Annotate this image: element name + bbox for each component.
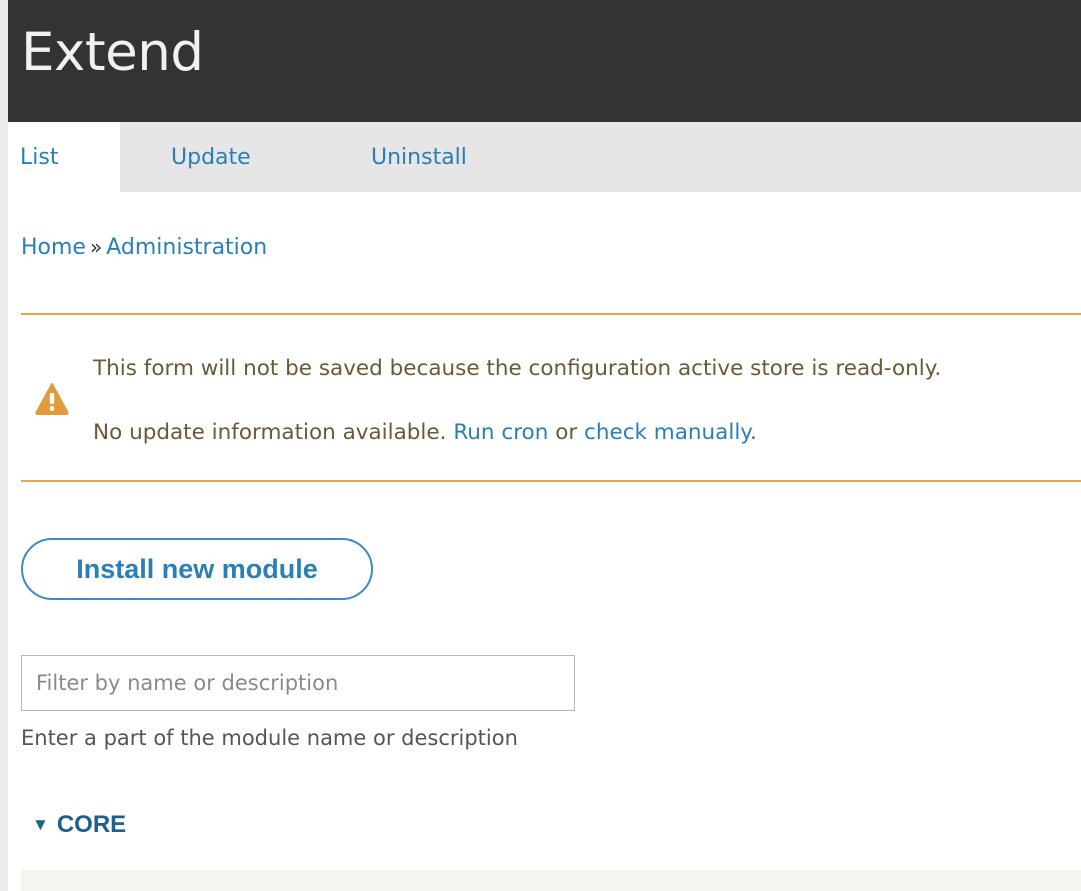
breadcrumb: Home» Administration bbox=[21, 230, 267, 265]
module-filter-input[interactable] bbox=[21, 655, 575, 711]
primary-tabs: List Update Uninstall bbox=[8, 122, 1081, 192]
warning-messages: This form will not be saved because the … bbox=[21, 313, 1081, 482]
breadcrumb-administration-link[interactable]: Administration bbox=[106, 235, 267, 260]
warning-icon bbox=[35, 383, 69, 415]
install-new-module-button[interactable]: Install new module bbox=[21, 538, 373, 600]
package-core-toggle[interactable]: ▼ CORE bbox=[32, 808, 126, 844]
tab-list[interactable]: List bbox=[8, 122, 120, 192]
left-frame-edge bbox=[0, 0, 8, 891]
update-info-message: No update information available. Run cro… bbox=[93, 417, 757, 449]
update-info-text: No update information available. bbox=[93, 420, 447, 445]
expanded-triangle-icon: ▼ bbox=[32, 815, 49, 834]
run-cron-link[interactable]: Run cron bbox=[453, 420, 548, 445]
update-info-or: or bbox=[555, 420, 578, 445]
update-info-period: . bbox=[749, 420, 757, 445]
breadcrumb-home-link[interactable]: Home bbox=[21, 235, 86, 260]
breadcrumb-separator: » bbox=[89, 235, 103, 259]
filter-description: Enter a part of the module name or descr… bbox=[21, 726, 518, 750]
package-core-label: CORE bbox=[56, 811, 127, 838]
package-core-table bbox=[21, 870, 1081, 891]
readonly-config-message: This form will not be saved because the … bbox=[93, 356, 942, 381]
tab-update[interactable]: Update bbox=[171, 122, 251, 192]
page-header: Extend bbox=[8, 0, 1081, 122]
check-manually-link[interactable]: check manually bbox=[584, 420, 750, 445]
page-title: Extend bbox=[21, 22, 204, 83]
tab-uninstall[interactable]: Uninstall bbox=[371, 122, 467, 192]
